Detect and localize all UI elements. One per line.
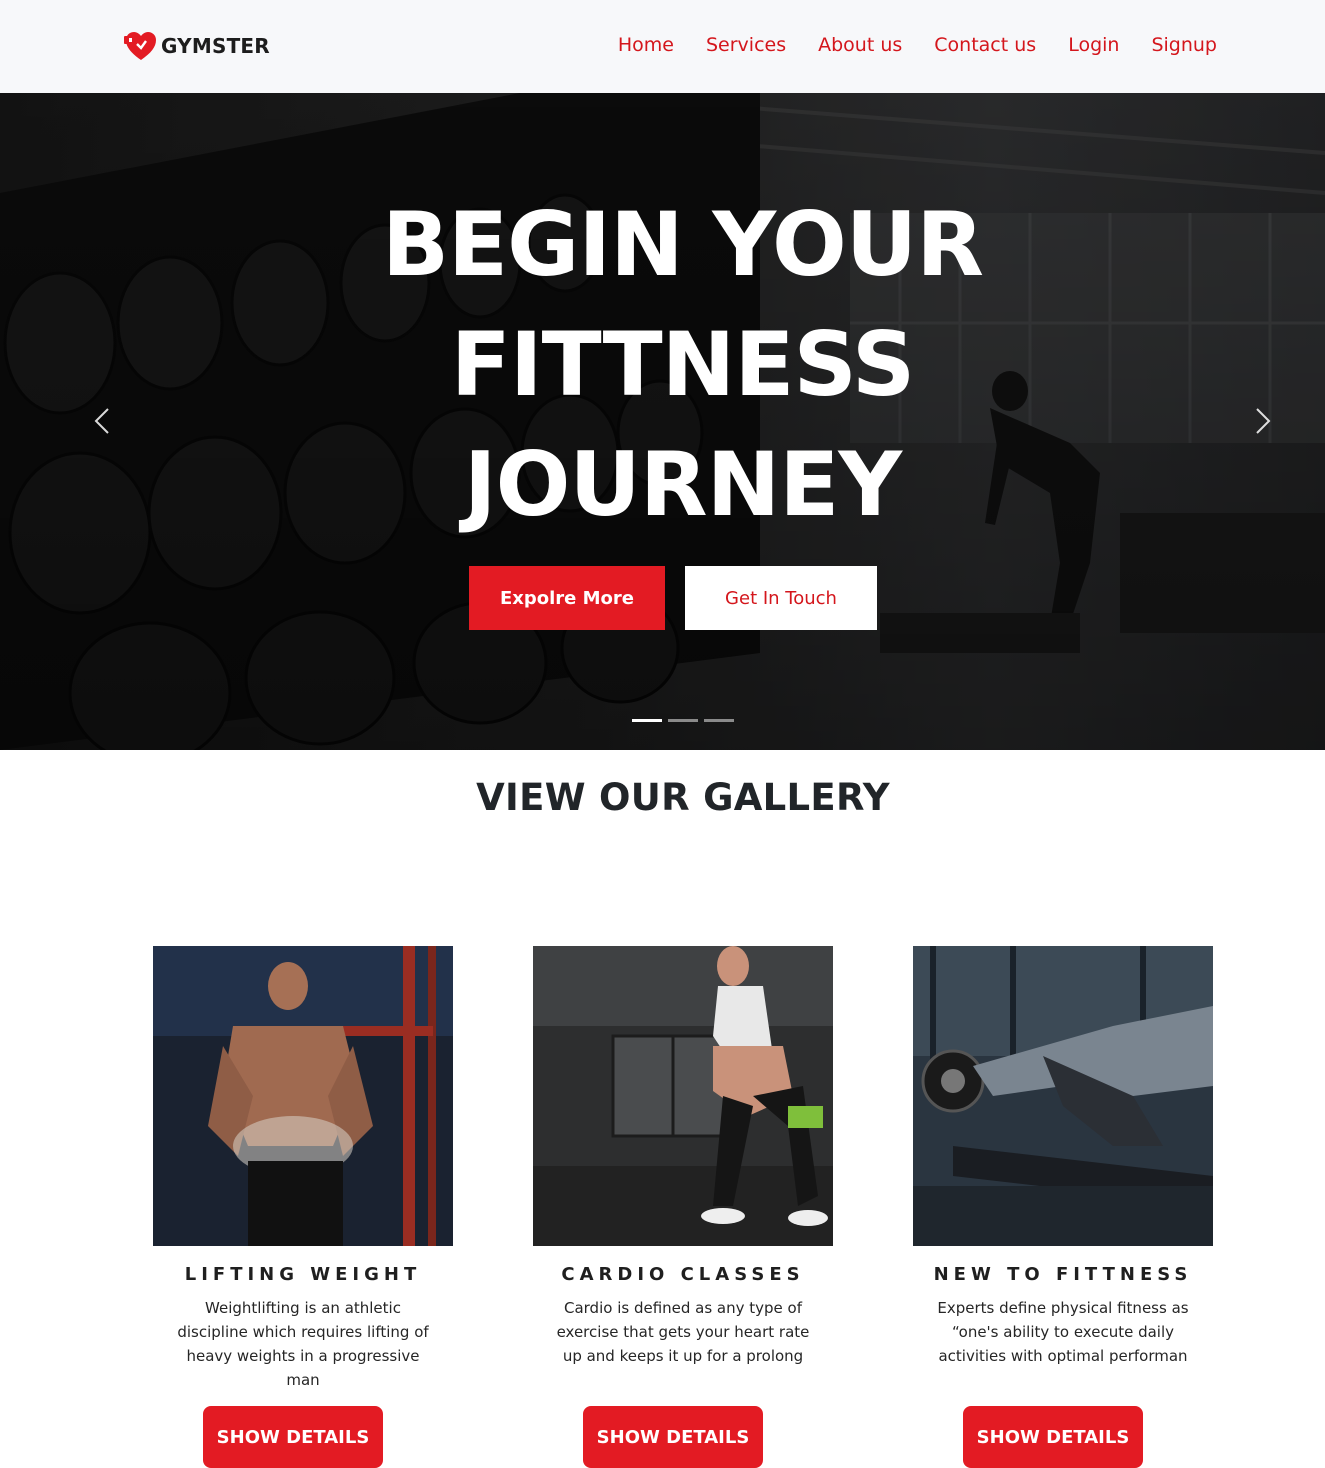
card-title: NEW TO FITTNESS <box>933 1264 1193 1285</box>
hero-title-line: JOURNEY <box>463 433 902 536</box>
nav-home[interactable]: Home <box>618 31 674 59</box>
card-title: CARDIO CLASSES <box>561 1264 805 1285</box>
main-nav: Home Services About us Contact us Login … <box>618 31 1217 59</box>
show-details-button[interactable]: SHOW DETAILS <box>203 1406 383 1468</box>
card-description: Experts define physical fitness as “one'… <box>937 1299 1189 1365</box>
gallery-card: NEW TO FITTNESS Experts define physical … <box>913 946 1213 1468</box>
gallery-title: VIEW OUR GALLERY <box>476 776 890 819</box>
chevron-left-icon[interactable] <box>90 403 114 439</box>
show-details-button[interactable]: SHOW DETAILS <box>963 1406 1143 1468</box>
new-to-fitness-image <box>913 946 1213 1246</box>
gallery-card: CARDIO CLASSES Cardio is defined as any … <box>533 946 833 1468</box>
brand-name: GYMSTER <box>161 34 270 58</box>
nav-signup[interactable]: Signup <box>1151 31 1217 59</box>
get-in-touch-button[interactable]: Get In Touch <box>685 566 877 630</box>
card-description: Cardio is defined as any type of exercis… <box>556 1299 810 1365</box>
hero-title-line: FITTNESS <box>450 313 916 416</box>
nav-login[interactable]: Login <box>1068 31 1119 59</box>
brand-logo[interactable]: GYMSTER <box>123 29 270 63</box>
card-description: Weightlifting is an athletic discipline … <box>177 1299 429 1389</box>
carousel-indicator[interactable] <box>668 719 698 722</box>
heart-dumbbell-icon <box>124 32 156 60</box>
hero-title: BEGIN YOUR FITTNESS JOURNEY <box>0 185 1325 545</box>
chevron-right-icon[interactable] <box>1251 403 1275 439</box>
cardio-classes-image <box>533 946 833 1246</box>
carousel-indicators <box>632 719 734 722</box>
navbar: GYMSTER Home Services About us Contact u… <box>0 0 1325 93</box>
hero-carousel: BEGIN YOUR FITTNESS JOURNEY Expolre More… <box>0 93 1325 750</box>
explore-more-button[interactable]: Expolre More <box>469 566 665 630</box>
gallery-card: LIFTING WEIGHT Weightlifting is an athle… <box>153 946 453 1468</box>
nav-services[interactable]: Services <box>706 31 786 59</box>
carousel-indicator[interactable] <box>632 719 662 722</box>
show-details-button[interactable]: SHOW DETAILS <box>583 1406 763 1468</box>
hero-title-line: BEGIN YOUR <box>381 193 984 296</box>
carousel-indicator[interactable] <box>704 719 734 722</box>
nav-contact-us[interactable]: Contact us <box>934 31 1036 59</box>
nav-about-us[interactable]: About us <box>818 31 902 59</box>
card-title: LIFTING WEIGHT <box>184 1264 422 1285</box>
lifting-weight-image <box>153 946 453 1246</box>
